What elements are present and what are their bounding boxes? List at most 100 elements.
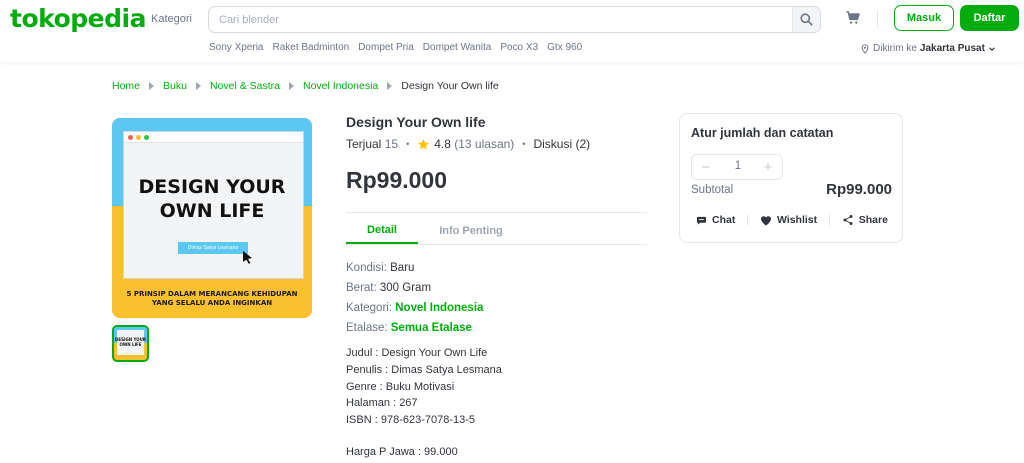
subtotal-label: Subtotal bbox=[691, 184, 734, 196]
tab-detail[interactable]: Detail bbox=[346, 218, 418, 244]
search-bar bbox=[208, 6, 821, 33]
detail-value: 300 Gram bbox=[379, 282, 432, 294]
thumb-title-line: OWN LIFE bbox=[119, 342, 142, 347]
detail-kategori: Kategori: Novel Indonesia bbox=[346, 298, 483, 318]
breadcrumb-separator-icon bbox=[387, 82, 393, 90]
register-button[interactable]: Daftar bbox=[960, 5, 1019, 31]
search-icon bbox=[800, 13, 813, 26]
quick-link[interactable]: Sony Xperia bbox=[209, 42, 263, 53]
cart-button[interactable] bbox=[845, 10, 861, 31]
sold-count: 15 bbox=[384, 137, 399, 151]
etalase-link[interactable]: Semua Etalase bbox=[391, 322, 472, 334]
cover-author: Dimas Satya Lesmana bbox=[178, 242, 248, 254]
breadcrumb-separator-icon bbox=[288, 82, 294, 90]
quick-link[interactable]: Poco X3 bbox=[500, 42, 538, 53]
product-description: Judul : Design Your Own Life Penulis : D… bbox=[346, 345, 502, 429]
product-thumbnail[interactable]: DESIGN YOUR OWN LIFE bbox=[112, 325, 149, 362]
plus-icon[interactable]: + bbox=[758, 157, 778, 177]
tab-info-penting[interactable]: Info Penting bbox=[418, 218, 524, 244]
cover-title: DESIGN YOUR OWN LIFE bbox=[112, 175, 312, 223]
quick-link[interactable]: Dompet Pria bbox=[358, 42, 414, 53]
kategori-link[interactable]: Novel Indonesia bbox=[395, 302, 483, 314]
quantity-stepper: − 1 + bbox=[691, 154, 783, 180]
cart-card-title: Atur jumlah dan catatan bbox=[691, 126, 834, 140]
window-dot bbox=[128, 134, 133, 140]
quick-link[interactable]: Gtx 960 bbox=[547, 42, 582, 53]
wishlist-button[interactable]: Wishlist bbox=[754, 214, 823, 226]
tokopedia-logo[interactable]: tokopedia bbox=[10, 4, 146, 33]
product-meta: Terjual 15 • 4.8 (13 ulasan) • Diskusi (… bbox=[346, 137, 590, 151]
detail-value: Baru bbox=[390, 262, 415, 274]
breadcrumb-separator-icon bbox=[195, 82, 201, 90]
product-main-image[interactable]: DESIGN YOUR OWN LIFE Dimas Satya Lesmana… bbox=[112, 118, 312, 318]
description-line: Judul : Design Your Own Life bbox=[346, 347, 488, 359]
cover-subtitle-line: YANG SELALU ANDA INGINKAN bbox=[151, 299, 273, 307]
cart-card: Atur jumlah dan catatan − 1 + Subtotal R… bbox=[679, 113, 903, 243]
breadcrumb-buku[interactable]: Buku bbox=[163, 80, 187, 92]
header: tokopedia Kategori Masuk Daftar Sony Xpe… bbox=[0, 0, 1024, 62]
breadcrumb-current: Design Your Own life bbox=[401, 80, 499, 92]
breadcrumb-novel-indonesia[interactable]: Novel Indonesia bbox=[303, 80, 378, 92]
detail-berat: Berat: 300 Gram bbox=[346, 278, 483, 298]
description-price-line: Harga P Jawa : 99.000 bbox=[346, 446, 458, 458]
login-button[interactable]: Masuk bbox=[894, 5, 954, 31]
meta-bullet: • bbox=[406, 139, 410, 149]
chat-label: Chat bbox=[712, 214, 736, 226]
sold-label: Terjual bbox=[346, 137, 382, 151]
quick-link[interactable]: Raket Badminton bbox=[272, 42, 349, 53]
cover-window-bar bbox=[124, 132, 303, 143]
description-line: Penulis : Dimas Satya Lesmana bbox=[346, 363, 502, 376]
chat-button[interactable]: Chat bbox=[690, 214, 741, 226]
rating-value: 4.8 bbox=[434, 137, 451, 151]
breadcrumb: Home Buku Novel & Sastra Novel Indonesia… bbox=[112, 80, 499, 92]
description-line: ISBN : 978-623-7078-13-5 bbox=[346, 414, 476, 427]
product-tabs: Detail Info Penting bbox=[346, 218, 647, 245]
chevron-down-icon bbox=[989, 46, 995, 51]
location-city: Jakarta Pusat bbox=[919, 43, 985, 54]
chat-icon bbox=[696, 216, 707, 225]
cover-subtitle: 5 PRINSIP DALAM MERANCANG KEHIDUPAN YANG… bbox=[112, 290, 312, 308]
discussion-link[interactable]: Diskusi (2) bbox=[533, 137, 590, 151]
divider bbox=[346, 212, 647, 213]
kategori-menu[interactable]: Kategori bbox=[151, 13, 192, 25]
product-price: Rp99.000 bbox=[346, 167, 448, 193]
wishlist-label: Wishlist bbox=[776, 214, 818, 226]
window-dot bbox=[136, 134, 141, 140]
detail-kondisi: Kondisi: Baru bbox=[346, 258, 483, 278]
action-divider bbox=[747, 214, 749, 226]
card-actions: Chat Wishlist Share bbox=[690, 214, 894, 226]
quick-search-links: Sony Xperia Raket Badminton Dompet Pria … bbox=[209, 42, 582, 53]
search-input[interactable] bbox=[219, 7, 789, 32]
quick-link[interactable]: Dompet Wanita bbox=[423, 42, 492, 53]
share-label: Share bbox=[858, 214, 888, 226]
share-button[interactable]: Share bbox=[836, 214, 894, 226]
location-prefix: Dikirim ke bbox=[873, 43, 917, 54]
detail-label: Berat: bbox=[346, 282, 377, 294]
detail-label: Kondisi: bbox=[346, 262, 387, 274]
product-title: Design Your Own life bbox=[346, 114, 486, 130]
thumb-title: DESIGN YOUR OWN LIFE bbox=[114, 337, 147, 347]
header-divider bbox=[877, 10, 878, 28]
heart-icon bbox=[760, 215, 771, 225]
detail-label: Kategori: bbox=[346, 302, 393, 314]
breadcrumb-novel-sastra[interactable]: Novel & Sastra bbox=[210, 80, 280, 92]
breadcrumb-home[interactable]: Home bbox=[112, 80, 140, 92]
minus-icon[interactable]: − bbox=[696, 157, 716, 177]
quantity-input[interactable]: 1 bbox=[720, 160, 756, 172]
cover-title-line: OWN LIFE bbox=[159, 200, 265, 222]
cover-subtitle-line: 5 PRINSIP DALAM MERANCANG KEHIDUPAN bbox=[126, 290, 298, 298]
search-button[interactable] bbox=[792, 7, 820, 32]
cursor-icon bbox=[243, 251, 252, 264]
description-line: Halaman : 267 bbox=[346, 397, 418, 410]
subtotal-value: Rp99.000 bbox=[826, 181, 892, 198]
location-pin-icon bbox=[861, 43, 869, 54]
review-count[interactable]: (13 ulasan) bbox=[454, 137, 514, 151]
delivery-location[interactable]: Dikirim ke Jakarta Pusat bbox=[860, 43, 996, 54]
breadcrumb-separator-icon bbox=[149, 82, 155, 90]
share-icon bbox=[843, 215, 853, 225]
product-details: Kondisi: Baru Berat: 300 Gram Kategori: … bbox=[346, 258, 483, 338]
action-divider bbox=[828, 214, 830, 226]
detail-label: Etalase: bbox=[346, 322, 388, 334]
cart-icon bbox=[846, 11, 860, 24]
detail-etalase: Etalase: Semua Etalase bbox=[346, 318, 483, 338]
